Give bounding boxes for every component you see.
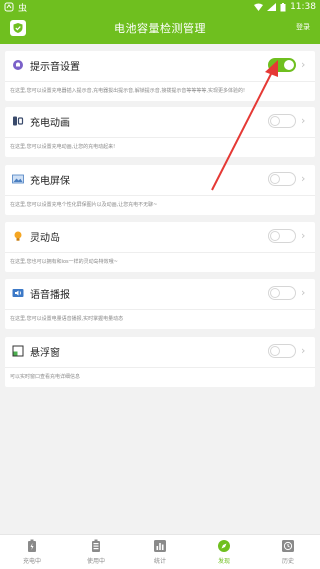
- history-icon: [281, 539, 295, 553]
- battery-charging-icon: [25, 539, 39, 553]
- bottom-tab-bar: 充电中 使用中 统计 发现 历史: [0, 534, 320, 569]
- tab-label: 统计: [153, 558, 166, 565]
- bar-chart-icon: [153, 539, 167, 553]
- tab-history[interactable]: 历史: [256, 539, 320, 567]
- battery-icon: [89, 539, 103, 553]
- tab-in-use[interactable]: 使用中: [64, 539, 128, 567]
- tab-label: 历史: [281, 558, 294, 565]
- tab-statistics[interactable]: 统计: [128, 539, 192, 567]
- tab-discover[interactable]: 发现: [192, 539, 256, 567]
- tab-label: 使用中: [86, 558, 105, 565]
- tab-label: 发现: [217, 558, 230, 565]
- compass-icon: [217, 539, 231, 553]
- tab-charging[interactable]: 充电中: [0, 539, 64, 567]
- annotation-arrow: [211, 60, 278, 191]
- tab-label: 充电中: [22, 558, 41, 565]
